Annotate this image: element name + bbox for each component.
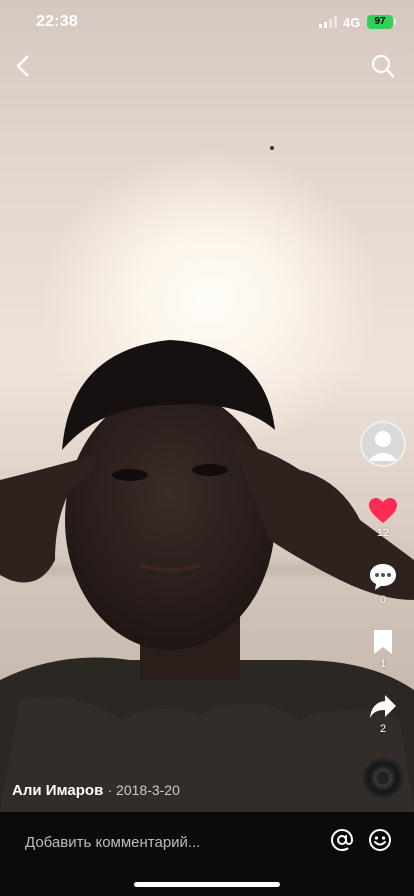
bookmark-button[interactable]: 1 xyxy=(360,628,406,670)
video-frame-person xyxy=(0,146,414,812)
comment-count: 0 xyxy=(379,594,387,606)
author-avatar[interactable] xyxy=(360,421,406,467)
status-bar: 22:38 4G 97 xyxy=(0,0,414,44)
status-time: 22:38 xyxy=(36,13,78,30)
search-button[interactable] xyxy=(370,53,396,79)
chevron-left-icon xyxy=(16,55,29,77)
emoji-face-icon xyxy=(369,829,391,851)
default-avatar-icon xyxy=(368,431,398,461)
home-indicator xyxy=(134,882,280,887)
back-button[interactable] xyxy=(10,52,36,80)
at-sign-icon xyxy=(330,828,354,852)
like-count: 12 xyxy=(376,527,390,539)
bookmark-icon xyxy=(374,630,392,654)
search-icon xyxy=(371,54,395,78)
video-caption: Али Имаров · 2018-3-20 xyxy=(12,782,180,799)
share-button[interactable]: 2 xyxy=(360,693,406,735)
battery-icon: 97 xyxy=(367,15,396,29)
video-player[interactable] xyxy=(0,0,414,812)
comment-button[interactable]: 0 xyxy=(360,562,406,606)
post-date: · 2018-3-20 xyxy=(107,782,180,798)
network-type: 4G xyxy=(343,15,361,30)
comment-bubble-icon xyxy=(370,564,396,590)
music-disc-icon[interactable] xyxy=(362,757,404,799)
share-arrow-icon xyxy=(370,695,396,718)
comment-bar xyxy=(0,812,414,896)
cellular-signal-icon xyxy=(319,16,337,28)
comment-input[interactable] xyxy=(25,832,315,852)
share-count: 2 xyxy=(379,723,387,735)
heart-icon xyxy=(369,498,397,523)
author-name[interactable]: Али Имаров xyxy=(12,782,103,799)
mention-button[interactable] xyxy=(330,828,354,852)
emoji-button[interactable] xyxy=(368,828,392,852)
battery-level: 97 xyxy=(374,16,386,27)
like-button[interactable]: 12 xyxy=(360,497,406,539)
bookmark-count: 1 xyxy=(379,658,387,670)
